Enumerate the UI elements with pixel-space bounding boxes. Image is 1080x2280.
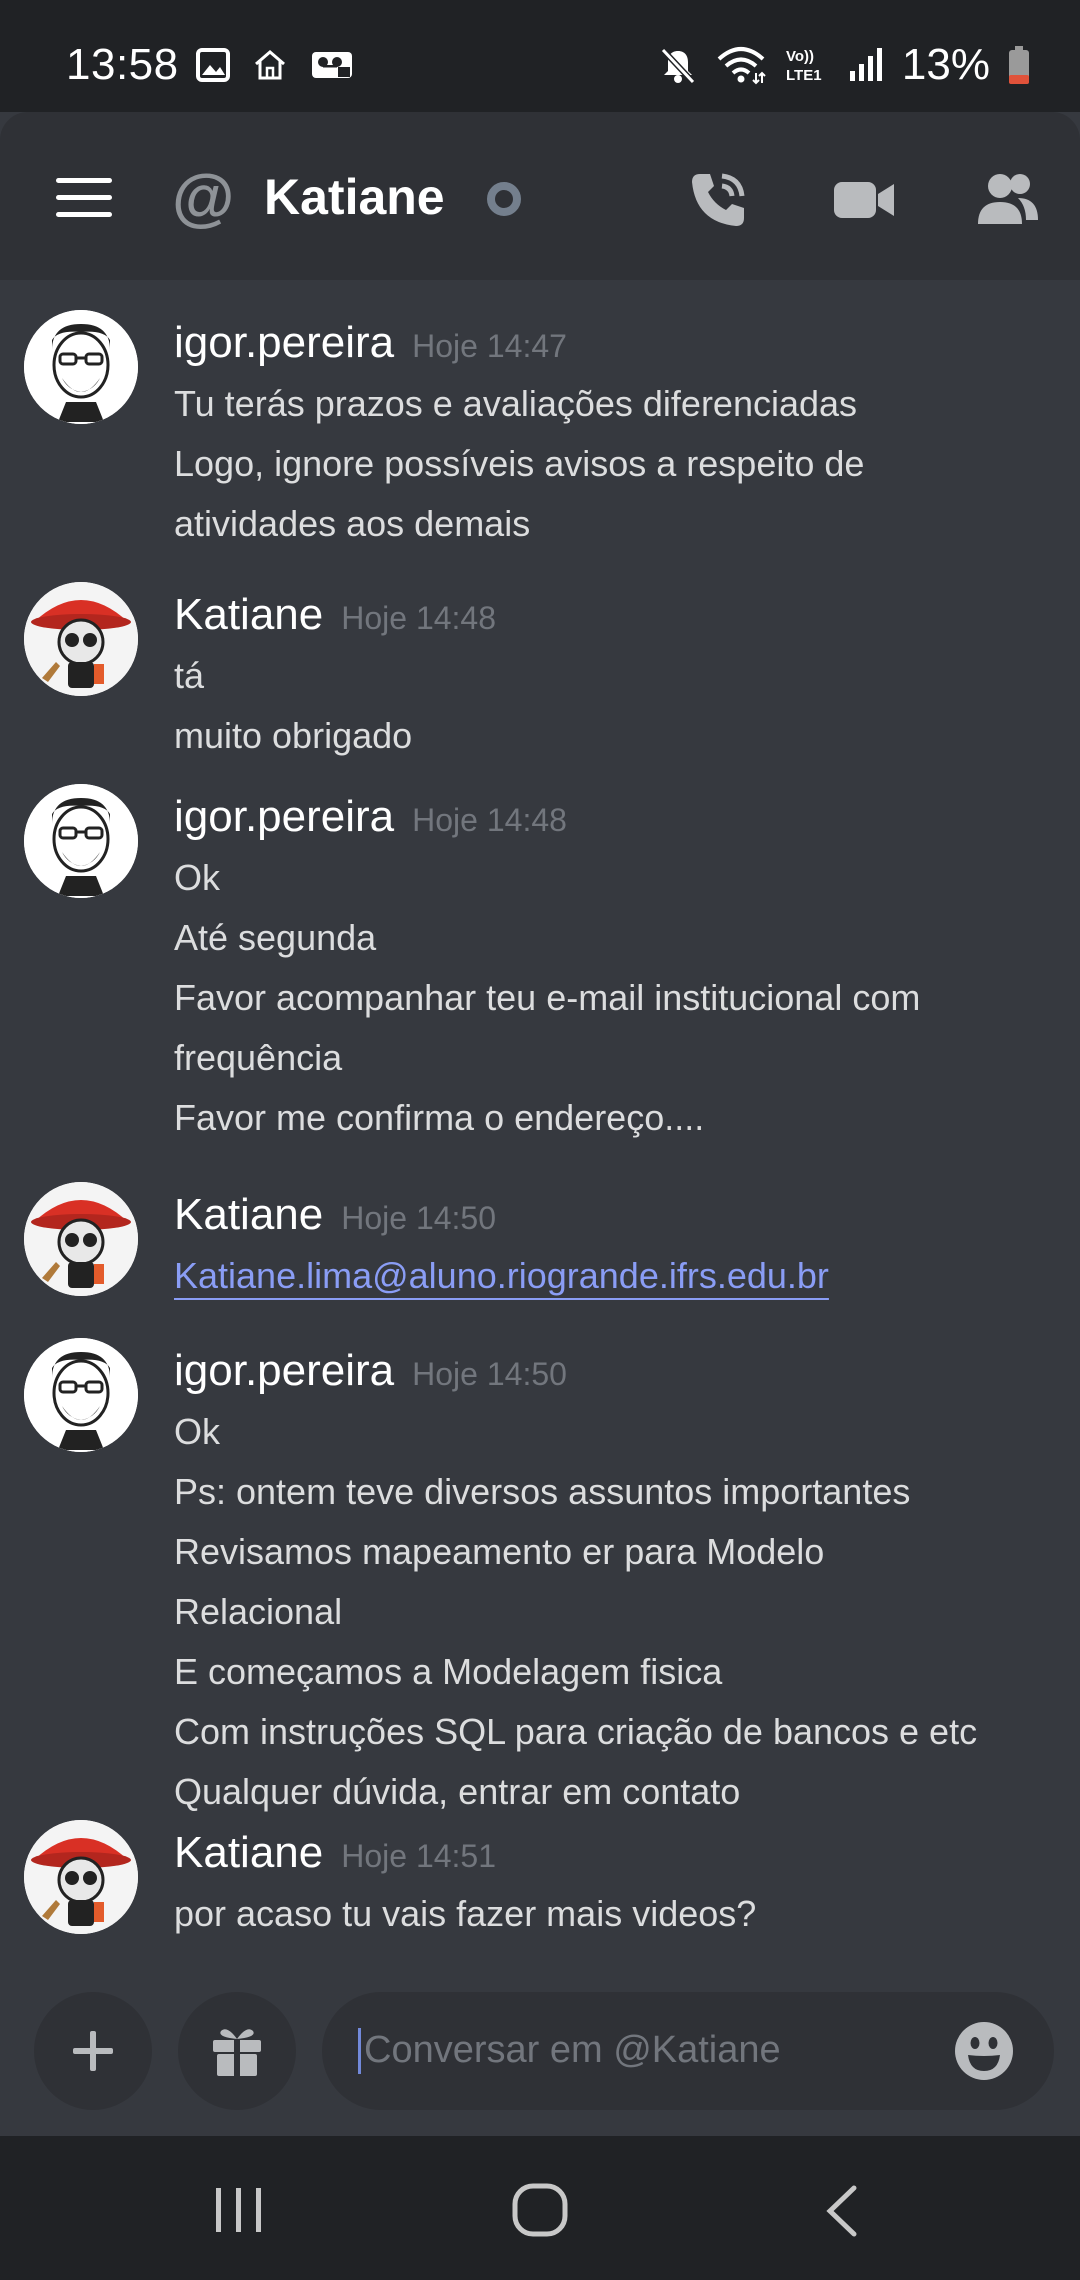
avatar-igor-image bbox=[24, 784, 138, 898]
message-list[interactable]: igor.pereira Hoje 14:47 Tu terás prazos … bbox=[0, 280, 1080, 1966]
message-author[interactable]: Katiane bbox=[174, 1828, 323, 1878]
message-line: Favor acompanhar teu e-mail instituciona… bbox=[174, 977, 921, 1018]
email-link[interactable]: Katiane.lima@aluno.riogrande.ifrs.edu.br bbox=[174, 1246, 1054, 1306]
signal-icon bbox=[849, 48, 882, 81]
message-header: Katiane Hoje 14:51 bbox=[174, 1828, 496, 1878]
message-line: Até segunda bbox=[174, 917, 377, 958]
message-content: por acaso tu vais fazer mais videos? bbox=[174, 1884, 1054, 1944]
message-timestamp: Hoje 14:50 bbox=[341, 1200, 497, 1236]
avatar-katiane-image bbox=[24, 1182, 138, 1296]
message-author[interactable]: igor.pereira bbox=[174, 318, 394, 368]
status-time: 13:58 bbox=[66, 40, 179, 89]
message-author[interactable]: igor.pereira bbox=[174, 792, 394, 842]
avatar-igor-image bbox=[24, 1338, 138, 1452]
email-link-text[interactable]: Katiane.lima@aluno.riogrande.ifrs.edu.br bbox=[174, 1255, 829, 1296]
offline-status-icon bbox=[487, 182, 521, 216]
status-right-icons: Vo)) LTE1 13% bbox=[658, 40, 1030, 90]
menu-button[interactable] bbox=[56, 178, 112, 218]
message-line: E começamos a Modelagem fisica bbox=[174, 1651, 723, 1692]
status-bar: 13:58 Vo)) LTE1 13% bbox=[0, 0, 1080, 112]
volte-icon: Vo)) LTE1 bbox=[786, 48, 822, 84]
status-left-icons bbox=[196, 48, 354, 82]
message-content: Tu terás prazos e avaliações diferenciad… bbox=[174, 374, 1054, 554]
message-line: atividades aos demais bbox=[174, 503, 531, 544]
message-author[interactable]: Katiane bbox=[174, 1190, 323, 1240]
battery-icon bbox=[1009, 46, 1029, 84]
message-line: Revisamos mapeamento er para Modelo bbox=[174, 1531, 825, 1572]
voice-call-icon[interactable] bbox=[686, 168, 750, 232]
message-line: Logo, ignore possíveis avisos a respeito… bbox=[174, 443, 865, 484]
message-timestamp: Hoje 14:50 bbox=[412, 1356, 567, 1392]
message-line: Ok bbox=[174, 857, 221, 898]
message-author[interactable]: igor.pereira bbox=[174, 1346, 394, 1396]
message-timestamp: Hoje 14:48 bbox=[412, 802, 567, 838]
add-attachment-button[interactable] bbox=[34, 1992, 152, 2110]
gift-button[interactable] bbox=[178, 1992, 296, 2110]
avatar-katiane[interactable] bbox=[24, 1182, 138, 1296]
message-content: tá muito obrigado bbox=[174, 646, 1054, 766]
message-line: por acaso tu vais fazer mais videos? bbox=[174, 1893, 757, 1934]
mute-icon bbox=[660, 47, 696, 85]
message-line: tá bbox=[174, 655, 205, 696]
message-content: Ok Até segunda Favor acompanhar teu e-ma… bbox=[174, 848, 1054, 1148]
voicemail-icon bbox=[312, 52, 352, 78]
wifi-icon bbox=[717, 47, 766, 85]
menu-icon-bar bbox=[56, 212, 112, 217]
text-cursor bbox=[358, 2028, 361, 2074]
message-input-placeholder: Conversar em @Katiane bbox=[364, 2029, 781, 2071]
avatar-igor-image bbox=[24, 310, 138, 424]
recent-apps-icon[interactable] bbox=[212, 2186, 266, 2234]
message-line: Qualquer dúvida, entrar em contato bbox=[174, 1771, 741, 1812]
svg-text:LTE1: LTE1 bbox=[786, 67, 822, 84]
message-header: igor.pereira Hoje 14:47 bbox=[174, 318, 567, 368]
at-icon: @ bbox=[172, 161, 235, 233]
channel-header: @ Katiane bbox=[0, 112, 1080, 280]
emoji-icon[interactable] bbox=[954, 2021, 1014, 2081]
back-icon[interactable] bbox=[822, 2184, 862, 2238]
video-call-icon[interactable] bbox=[832, 168, 898, 232]
home-button-icon[interactable] bbox=[510, 2182, 570, 2238]
gift-icon bbox=[213, 2029, 261, 2076]
message-line: frequência bbox=[174, 1037, 343, 1078]
menu-icon-bar bbox=[56, 178, 112, 183]
message-header: Katiane Hoje 14:48 bbox=[174, 590, 496, 640]
battery-percent: 13% bbox=[901, 40, 990, 89]
message-line: Relacional bbox=[174, 1591, 343, 1632]
message-timestamp: Hoje 14:47 bbox=[412, 328, 567, 364]
message-input[interactable]: Conversar em @Katiane bbox=[322, 1992, 1054, 2110]
avatar-igor[interactable] bbox=[24, 310, 138, 424]
members-icon[interactable] bbox=[974, 168, 1040, 232]
message-composer: Conversar em @Katiane bbox=[0, 1966, 1080, 2136]
message-content: Ok Ps: ontem teve diversos assuntos impo… bbox=[174, 1402, 1054, 1822]
message-line: Ok bbox=[174, 1411, 221, 1452]
message-header: Katiane Hoje 14:50 bbox=[174, 1190, 496, 1240]
message-line: Tu terás prazos e avaliações diferenciad… bbox=[174, 383, 858, 424]
message-timestamp: Hoje 14:51 bbox=[341, 1838, 497, 1874]
plus-icon bbox=[73, 2031, 113, 2071]
avatar-katiane-image bbox=[24, 582, 138, 696]
avatar-katiane-image bbox=[24, 1820, 138, 1934]
svg-text:Vo)): Vo)) bbox=[786, 48, 814, 65]
channel-title[interactable]: Katiane bbox=[264, 168, 445, 226]
message-timestamp: Hoje 14:48 bbox=[341, 600, 497, 636]
menu-icon-bar bbox=[56, 195, 112, 200]
avatar-katiane[interactable] bbox=[24, 582, 138, 696]
message-line: Ps: ontem teve diversos assuntos importa… bbox=[174, 1471, 911, 1512]
message-line: Favor me confirma o endereço.... bbox=[174, 1097, 705, 1138]
avatar-igor[interactable] bbox=[24, 784, 138, 898]
message-line: muito obrigado bbox=[174, 715, 413, 756]
system-navigation-bar bbox=[0, 2136, 1080, 2280]
home-icon bbox=[255, 50, 285, 80]
message-header: igor.pereira Hoje 14:50 bbox=[174, 1346, 567, 1396]
message-content: Katiane.lima@aluno.riogrande.ifrs.edu.br bbox=[174, 1246, 1054, 1306]
avatar-igor[interactable] bbox=[24, 1338, 138, 1452]
avatar-katiane[interactable] bbox=[24, 1820, 138, 1934]
message-header: igor.pereira Hoje 14:48 bbox=[174, 792, 567, 842]
message-author[interactable]: Katiane bbox=[174, 590, 323, 640]
image-icon bbox=[196, 48, 230, 82]
message-line: Com instruções SQL para criação de banco… bbox=[174, 1711, 978, 1752]
